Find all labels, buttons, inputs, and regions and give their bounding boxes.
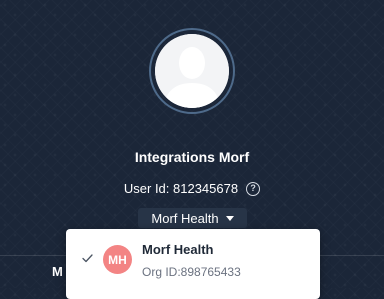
org-dropdown-menu: MH Morf Health Org ID:898765433 xyxy=(66,229,320,299)
check-icon xyxy=(82,254,93,263)
user-id-row: User Id: 812345678 ? xyxy=(0,181,384,196)
bottom-bar-label[interactable]: M xyxy=(52,264,63,279)
org-name: Morf Health xyxy=(142,242,214,257)
user-name: Integrations Morf xyxy=(134,149,250,165)
org-id: Org ID:898765433 xyxy=(142,265,241,279)
org-option-morf-health[interactable]: MH Morf Health Org ID:898765433 xyxy=(66,229,320,288)
org-selector-dropdown[interactable]: Morf Health xyxy=(138,208,247,228)
avatar-ring xyxy=(149,28,235,114)
caret-down-icon xyxy=(225,215,234,221)
org-selector-label: Morf Health xyxy=(151,210,219,226)
person-silhouette-icon xyxy=(155,34,229,108)
user-id: User Id: 812345678 xyxy=(123,181,239,196)
question-circle-icon[interactable]: ? xyxy=(246,181,261,196)
org-avatar: MH xyxy=(103,245,132,274)
avatar xyxy=(155,34,229,108)
profile-panel: Integrations Morf User Id: 812345678 ? M… xyxy=(0,0,384,299)
